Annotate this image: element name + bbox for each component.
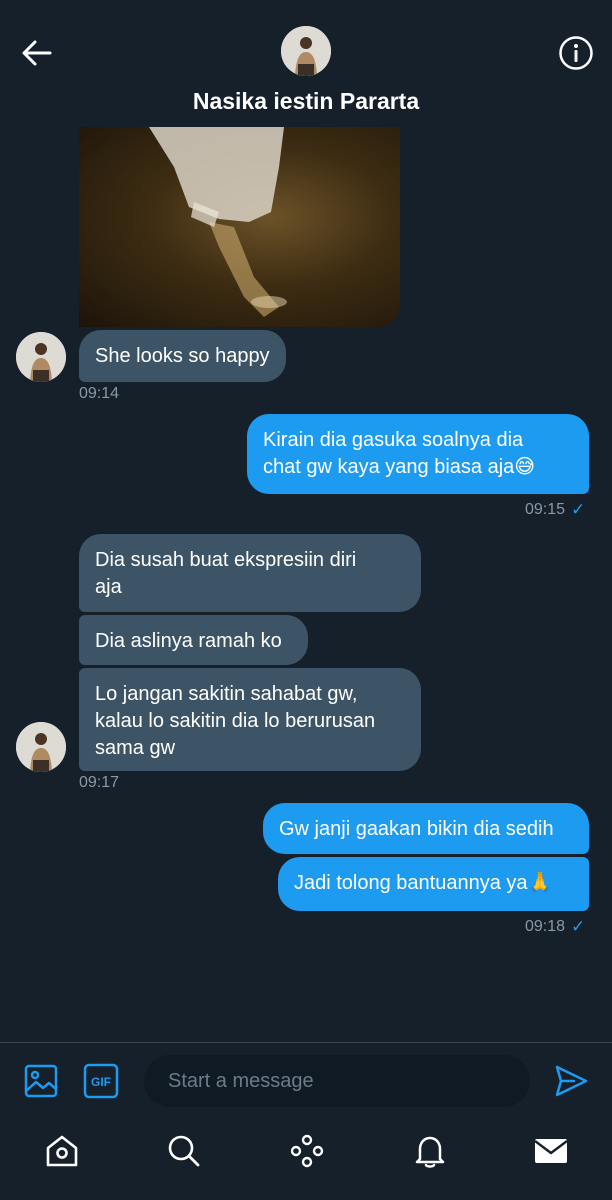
conversation-header: Nasika iestin Pararta — [0, 0, 612, 125]
contact-avatar-small[interactable] — [16, 722, 66, 772]
read-check-icon: ✓ — [571, 500, 586, 519]
nav-home[interactable] — [43, 1132, 81, 1170]
info-icon — [559, 36, 593, 70]
message-timestamp: 09:14 — [79, 385, 120, 402]
nav-messages[interactable] — [532, 1132, 570, 1170]
message-bubble-incoming[interactable]: Dia aslinya ramah ko — [79, 615, 308, 665]
shared-photo[interactable] — [79, 127, 400, 327]
search-icon — [168, 1135, 200, 1167]
gif-label: GIF — [91, 1075, 111, 1089]
info-button[interactable] — [558, 35, 594, 71]
message-input[interactable] — [144, 1055, 530, 1107]
contact-name[interactable]: Nasika iestin Pararta — [0, 88, 612, 115]
home-icon — [46, 1135, 78, 1167]
message-bubble-incoming[interactable]: Dia susah buat ekspresiin diri aja — [79, 534, 421, 612]
nav-search[interactable] — [165, 1132, 203, 1170]
send-icon — [555, 1065, 588, 1097]
image-icon — [24, 1064, 58, 1098]
gif-icon: GIF — [83, 1063, 119, 1099]
message-bubble-incoming[interactable]: She looks so happy — [79, 330, 286, 382]
nav-notifications[interactable] — [411, 1132, 449, 1170]
message-timestamp: 09:17 — [79, 774, 120, 791]
send-button[interactable] — [552, 1062, 590, 1100]
message-bubble-incoming[interactable]: Lo jangan sakitin sahabat gw, kalau lo s… — [79, 668, 421, 771]
spaces-icon — [290, 1134, 324, 1168]
message-timestamp: 09:15 — [525, 501, 566, 518]
contact-avatar-small[interactable] — [16, 332, 66, 382]
back-button[interactable] — [18, 34, 56, 72]
messages-icon — [534, 1139, 568, 1163]
message-bubble-outgoing[interactable]: Kirain dia gasuka soalnya dia chat gw ka… — [247, 414, 589, 494]
message-timestamp: 09:18 — [525, 918, 566, 935]
nav-spaces[interactable] — [288, 1132, 326, 1170]
message-bubble-outgoing[interactable]: Jadi tolong bantuannya ya🙏 — [278, 857, 589, 911]
read-check-icon: ✓ — [571, 917, 586, 936]
message-bubble-outgoing[interactable]: Gw janji gaakan bikin dia sedih — [263, 803, 589, 854]
contact-avatar[interactable] — [281, 26, 331, 76]
add-image-button[interactable] — [23, 1063, 59, 1099]
notifications-icon — [415, 1136, 445, 1168]
arrow-left-icon — [22, 40, 52, 66]
add-gif-button[interactable]: GIF — [83, 1063, 119, 1099]
